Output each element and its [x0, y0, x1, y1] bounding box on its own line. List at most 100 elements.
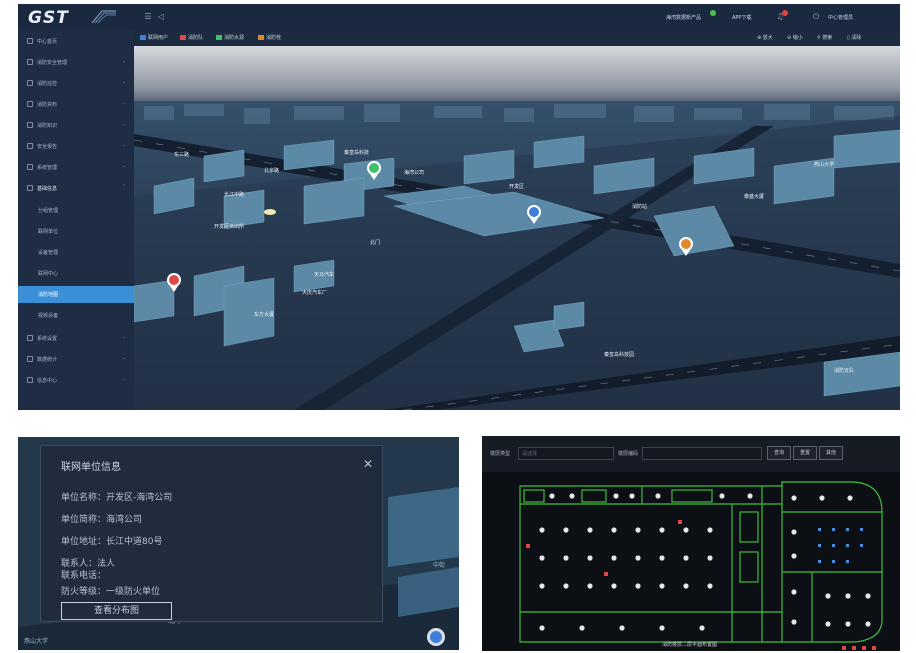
- field-label: 单位名称: [61, 493, 98, 503]
- vehicle-marker: [264, 209, 276, 215]
- sidebar-sublabel: 消防地图: [38, 292, 59, 298]
- sidebar: 中心首页 消防安全管理 ⌄ 消防巡检 ⌄ 消防资料 ⌄ 消防知识 ⌄ 安全报告 …: [18, 30, 134, 410]
- sidebar-sublabel: 分组管理: [38, 208, 59, 214]
- map-toolbar: 联网用户 消防队 消防水源 消防栓 ⊕ 放大 ⊖ 缩小 ⚲ 搜索 ▯ 清除: [134, 30, 900, 46]
- power-icon[interactable]: ⏻: [811, 12, 821, 22]
- floor-type-placeholder: 请选择: [522, 451, 538, 457]
- search-button[interactable]: ⚲ 搜索: [817, 34, 832, 41]
- field-phone: 联系电话：: [61, 571, 107, 581]
- zoom-in-button[interactable]: ⊕ 放大: [757, 34, 773, 41]
- sidebar-label: 中心首页: [37, 39, 58, 45]
- floor-plan-filter-bar: 楼层类型 请选择 楼层编码 查询 重置 其他: [482, 436, 900, 472]
- menu-toggle-icon[interactable]: ☰: [143, 12, 153, 22]
- main-screenshot: GST ☰ ◁ 海湾数据新产品 APP下载 ♫ ⏻ 中心管理员 中心首页 消防安…: [18, 4, 900, 410]
- close-icon[interactable]: ✕: [363, 457, 373, 471]
- floor-type-select[interactable]: 请选择: [518, 447, 614, 460]
- sidebar-label: 安全报告: [37, 144, 58, 150]
- field-label: 单位地址: [61, 537, 98, 547]
- sidebar-item-inspection[interactable]: 消防巡检 ⌄: [18, 75, 134, 92]
- user-layer-icon: [140, 35, 146, 40]
- chevron-down-icon: ⌄: [121, 142, 126, 148]
- map-label: 东方大厦: [254, 311, 274, 318]
- map-label: 开发区: [509, 183, 524, 190]
- sidebar-item-statistics[interactable]: 数据统计 ⌄: [18, 351, 134, 368]
- 3d-city-map[interactable]: 东三路 长江中路 北京路 秦皇岛科技 开发区 海湾公司 消防站 燕山大学 天马汽…: [134, 46, 900, 410]
- field-unit-short-name: 单位简称：海湾公司: [61, 515, 143, 525]
- field-value: 长江中道80号: [106, 537, 163, 547]
- layer-toggle-hydrant[interactable]: 消防栓: [258, 34, 281, 41]
- sidebar-item-knowledge[interactable]: 消防知识 ⌄: [18, 117, 134, 134]
- user-name: 中心管理员: [828, 15, 854, 21]
- filter-label-type: 楼层类型: [490, 451, 511, 457]
- sidebar-item-system[interactable]: 系统管理 ⌄: [18, 159, 134, 176]
- sidebar-subitem-groups[interactable]: 分组管理: [18, 202, 134, 219]
- sidebar-item-fire-safety[interactable]: 消防安全管理 ⌄: [18, 54, 134, 71]
- fire-truck-icon: [180, 35, 186, 40]
- back-icon[interactable]: ◁: [156, 12, 166, 22]
- user-menu[interactable]: 中心管理员: [828, 14, 853, 21]
- sidebar-sublabel: 联网中心: [38, 271, 59, 277]
- sidebar-subitem-devices[interactable]: 设备管理: [18, 244, 134, 261]
- chevron-down-icon: ⌄: [121, 58, 126, 64]
- field-unit-address: 单位地址：长江中道80号: [61, 537, 163, 547]
- map-label: 天马汽车: [314, 271, 334, 278]
- map-label: 北京路: [264, 167, 279, 174]
- layer-toggle-water-source[interactable]: 消防水源: [216, 34, 244, 41]
- chevron-down-icon: ⌄: [121, 334, 126, 340]
- sidebar-item-basic-info[interactable]: 基础信息 ⌃: [18, 180, 134, 197]
- gear-icon: [27, 164, 33, 170]
- water-source-icon: [216, 35, 222, 40]
- query-button[interactable]: 查询: [767, 446, 791, 460]
- tool-label: 缩小: [792, 35, 803, 41]
- map-label: 消防站: [632, 203, 647, 210]
- clear-button[interactable]: ▯ 清除: [847, 34, 861, 41]
- zoom-out-button[interactable]: ⊖ 缩小: [787, 34, 803, 41]
- map-label: 秦皇岛科技: [344, 149, 369, 156]
- sidebar-subitem-centers[interactable]: 联网中心: [18, 265, 134, 282]
- sidebar-subitem-units[interactable]: 联网单位: [18, 223, 134, 240]
- top-bar: GST ☰ ◁ 海湾数据新产品 APP下载 ♫ ⏻ 中心管理员: [18, 4, 900, 30]
- layer-label: 联网用户: [148, 35, 169, 41]
- sidebar-item-documents[interactable]: 消防资料 ⌄: [18, 96, 134, 113]
- sidebar-subitem-video[interactable]: 视频设备: [18, 307, 134, 324]
- field-value: 一级防火单位: [106, 587, 161, 597]
- settings-icon: [27, 335, 33, 341]
- zoom-in-icon: ⊕: [757, 35, 762, 41]
- sidebar-item-reports[interactable]: 安全报告 ⌄: [18, 138, 134, 155]
- new-products-label: 海湾数据新产品: [666, 15, 702, 21]
- online-status-dot: [710, 10, 716, 16]
- filter-label-code: 楼层编码: [618, 451, 639, 457]
- field-value: 开发区-海湾公司: [106, 493, 173, 503]
- floor-plan-caption: 消防楼层二层平面布置图: [662, 642, 718, 648]
- field-label: 防火等级: [61, 587, 98, 597]
- more-button[interactable]: 其他: [819, 446, 843, 460]
- sidebar-item-messages[interactable]: 信息中心 ⌄: [18, 372, 134, 389]
- layer-toggle-users[interactable]: 联网用户: [140, 34, 168, 41]
- reset-button[interactable]: 重置: [793, 446, 817, 460]
- sidebar-label: 信息中心: [37, 378, 58, 384]
- view-floor-plan-button[interactable]: 查看分布图: [61, 602, 172, 620]
- map-label: 北门: [370, 239, 380, 246]
- chart-icon: [27, 356, 33, 362]
- field-value: 海湾公司: [106, 515, 143, 525]
- floor-code-input[interactable]: [642, 447, 762, 460]
- layer-label: 消防队: [188, 35, 204, 41]
- map-label: 开发区派出所: [214, 223, 244, 230]
- trash-icon: ▯: [847, 35, 850, 41]
- map-label: 长江中路: [224, 191, 244, 198]
- new-products-link[interactable]: 海湾数据新产品: [666, 14, 701, 21]
- layer-toggle-fire-brigade[interactable]: 消防队: [180, 34, 203, 41]
- sidebar-item-home[interactable]: 中心首页: [18, 33, 134, 50]
- floor-plan-drawing[interactable]: [482, 472, 900, 651]
- field-label: 单位简称: [61, 515, 98, 525]
- gst-logo: GST: [28, 8, 128, 28]
- map-label: 海湾公司: [404, 169, 424, 176]
- sidebar-sublabel: 联网单位: [38, 229, 59, 235]
- map-label: 大庆汽车厂: [302, 289, 327, 296]
- chevron-down-icon: ⌄: [121, 100, 126, 106]
- sidebar-item-settings[interactable]: 系统设置 ⌄: [18, 330, 134, 347]
- floor-plan-screenshot: 楼层类型 请选择 楼层编码 查询 重置 其他 消防楼层二层平面布置图: [482, 436, 900, 651]
- sidebar-subitem-fire-map[interactable]: 消防地图: [18, 286, 134, 303]
- app-download-link[interactable]: APP下载: [732, 14, 751, 21]
- layer-label: 消防水源: [224, 35, 245, 41]
